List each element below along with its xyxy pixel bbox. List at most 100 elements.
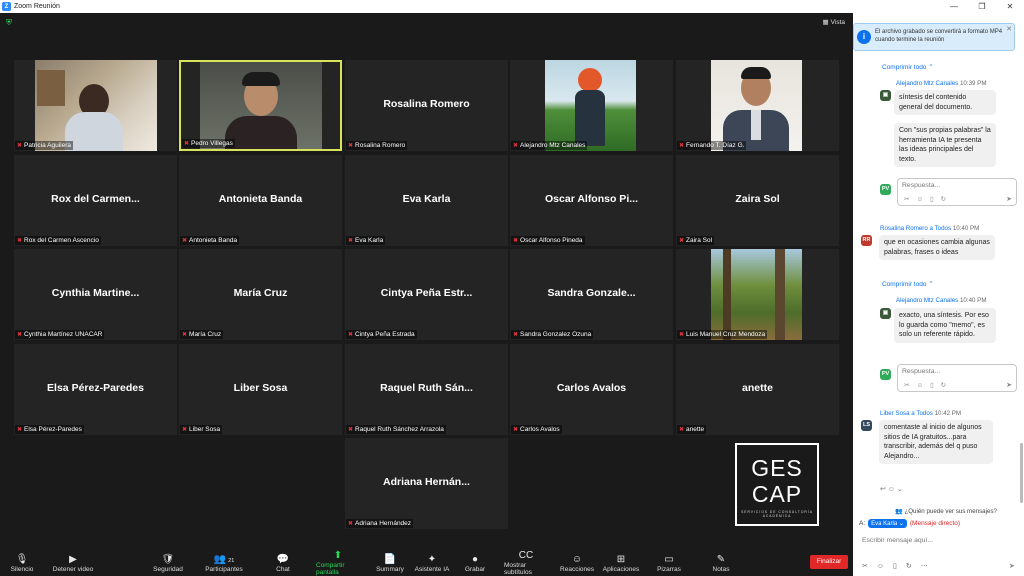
toolbar-aplicaciones-button[interactable]: ⊞ Aplicaciones [599,550,643,576]
sender-name: Alejandro Mtz Canales [896,80,959,87]
message-bubble: síntesis del contenido general del docum… [894,90,996,115]
toolbar-compartir-pantalla-button[interactable]: ⬆ Compartir pantalla [316,550,360,576]
chat-input[interactable]: Escribir mensaje aquí... [862,537,933,544]
close-icon[interactable]: ✕ [996,0,1024,13]
window-titlebar: Z Zoom Reunión — ❐ ✕ [0,0,1024,13]
toolbar-label: Notas [712,565,730,573]
toolbar-icon: ⊞ [617,554,625,566]
message-time: 10:40 PM [952,225,980,232]
participant-count-badge: 21 [228,557,235,564]
mic-muted-icon: ✖ [513,332,519,338]
participant-tile[interactable]: ✖ Alejandro Mtz Canales [510,60,673,151]
toolbar-asistente-ia-button[interactable]: ✦ Asistente IA [410,550,454,576]
participant-name-label: ✖ anette [677,425,707,434]
send-icon[interactable]: ➤ [1006,195,1012,203]
restore-icon[interactable]: ❐ [968,0,996,13]
participant-name-label: ✖ Elsa Pérez-Paredes [15,425,84,434]
minimize-icon[interactable]: — [940,0,968,13]
participant-tile[interactable]: Carlos Avalos ✖ Carlos Avalos [510,344,673,435]
toolbar-detener-video-button[interactable]: ▶ Detener video [51,550,95,576]
mic-muted-icon: ✖ [17,143,23,149]
participant-tile[interactable]: Rox del Carmen... ✖ Rox del Carmen Ascenci… [14,155,177,246]
participant-tile[interactable]: anette ✖ anette [676,344,839,435]
chat-tools-icon[interactable]: ✂☺▯↻⋯ [862,562,937,570]
participant-name-label: ✖ Adriana Hernández [346,519,414,528]
chat-scrollbar[interactable] [1020,443,1023,503]
mic-muted-icon: ✖ [348,143,354,149]
participant-display-name: anette [742,382,773,394]
participant-tile[interactable]: Sandra Gonzale... ✖ Sandra Gonzalez Ozuna [510,249,673,340]
toolbar-chat-button[interactable]: 💬 Chat [261,550,305,576]
logo-line2: CAP [751,481,803,507]
reaction-icons[interactable]: ↩ ☺ ⌄ [880,485,903,493]
participant-tile[interactable]: Elsa Pérez-Paredes ✖ Elsa Pérez-Paredes [14,344,177,435]
reply-tools-icon[interactable]: ✂☺▯↻ [904,195,953,203]
toolbar-summary-button[interactable]: 📄 Summary [368,550,412,576]
participant-name-label: ✖ Raquel Ruth Sánchez Arrazola [346,425,446,434]
participant-tile[interactable]: Antonieta Banda ✖ Antonieta Banda [179,155,342,246]
to-label: A: [859,520,866,527]
reply-tools-icon[interactable]: ✂☺▯↻ [904,381,953,389]
participant-name: Sandra Gonzalez Ozuna [520,331,592,338]
participant-name: Oscar Alfonso Pineda [520,237,583,244]
participant-tile[interactable]: ✖ Pedro Villegas [179,60,342,151]
mic-muted-icon: ✖ [182,332,188,338]
participant-tile[interactable]: ✖ Fernando T. Díaz G. [676,60,839,151]
toolbar-label: Grabar [464,565,486,573]
message-text: comentaste al inicio de algunos sitios d… [884,424,982,460]
message-time: 10:39 PM [959,80,987,87]
collapse-all-toggle[interactable]: Comprimir todo ⌃ [882,63,934,71]
end-meeting-button[interactable]: Finalizar [810,555,848,569]
mic-muted-icon: ✖ [17,238,23,244]
toolbar-icon: CC [519,550,533,562]
toolbar-label: Pizarras [657,565,681,573]
participant-display-name: Liber Sosa [233,382,288,394]
participant-tile[interactable]: Adriana Hernán... ✖ Adriana Hernández [345,438,508,529]
view-button[interactable]: ▦ Vista [823,18,846,27]
participant-name: María Cruz [189,331,222,338]
encryption-shield-icon[interactable]: ⛨ [6,18,14,27]
logo-subtitle: SERVICIOS DE CONSULTORÍA ACADÉMICA [741,510,813,518]
participant-display-name: Zaira Sol [735,193,780,205]
toolbar-notas-button[interactable]: ✎ Notas [699,550,743,576]
participant-display-name: Carlos Avalos [556,382,627,394]
participant-tile[interactable]: Liber Sosa ✖ Liber Sosa [179,344,342,435]
send-icon[interactable]: ➤ [1006,381,1012,389]
toolbar-participantes-button[interactable]: 👥 21 Participantes [202,550,246,576]
participant-tile[interactable]: Cintya Peña Estr... ✖ Cintya Peña Estrada [345,249,508,340]
participant-display-name: Oscar Alfonso Pi... [545,193,638,205]
recipient-name: Eva Karla [871,521,898,527]
avatar: ▣ [880,308,891,319]
toolbar-silencio-button[interactable]: 🎙 Silencio [0,550,44,576]
toolbar-icon-glyph: 📄 [383,553,397,565]
participant-name: Fernando T. Díaz G. [686,142,745,149]
participant-tile[interactable]: Oscar Alfonso Pi... ✖ Oscar Alfonso Pineda [510,155,673,246]
toolbar-icon-glyph: ● [471,553,479,565]
participant-tile[interactable]: María Cruz ✖ María Cruz [179,249,342,340]
message-bubble: que en ocasiones cambia algunas palabras… [879,235,995,260]
toolbar-pizarras-button[interactable]: ▭ Pizarras [647,550,691,576]
reply-input[interactable]: Respuesta... ✂☺▯↻ ➤ [897,364,1017,392]
participant-tile[interactable]: Raquel Ruth Sán... ✖ Raquel Ruth Sánchez A… [345,344,508,435]
who-can-see-link[interactable]: 👥 ¿Quién puede ver sus mensajes? [895,507,997,515]
toolbar-grabar-button[interactable]: ● Grabar [453,550,497,576]
reply-input[interactable]: Respuesta... ✂☺▯↻ ➤ [897,178,1017,206]
participant-tile[interactable]: Cynthia Martine... ✖ Cynthia Martínez UNAC… [14,249,177,340]
recipient-dropdown[interactable]: Eva Karla ⌄ [868,519,907,528]
participant-tile[interactable]: ✖ Luis Manuel Cruz Mendoza [676,249,839,340]
toolbar-icon-glyph: 👥 [213,553,227,565]
toolbar-icon: 💬 [277,554,289,566]
collapse-all-toggle[interactable]: Comprimir todo ⌃ [882,280,934,288]
toolbar-seguridad-button[interactable]: 🛡 Seguridad [146,550,190,576]
participant-tile[interactable]: ✖ Patricia Aguilera [14,60,177,151]
participant-tile[interactable]: Eva Karla ✖ Eva Karla [345,155,508,246]
close-notice-icon[interactable]: ✕ [1006,25,1012,33]
toolbar-mostrar-subt-tulos-button[interactable]: CC Mostrar subtítulos [504,550,548,576]
send-icon[interactable]: ➤ [1009,562,1015,570]
participant-tile[interactable]: Zaira Sol ✖ Zaira Sol [676,155,839,246]
participant-name: Pedro Villegas [191,140,233,147]
participant-tile[interactable]: Rosalina Romero ✖ Rosalina Romero [345,60,508,151]
video-feed [711,249,802,340]
chat-panel: i El archivo grabado se convertirá a for… [853,13,1024,576]
toolbar-reacciones-button[interactable]: ☺ Reacciones [555,550,599,576]
